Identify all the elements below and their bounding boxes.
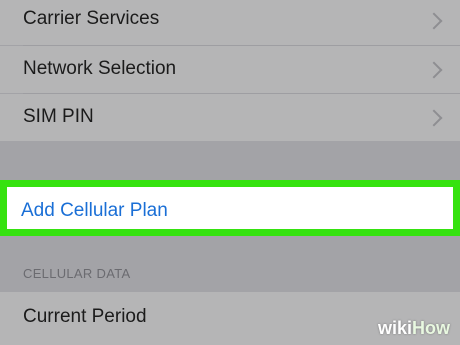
- carrier-services-label: Carrier Services: [23, 8, 160, 29]
- add-cellular-plan-highlight: Add Cellular Plan: [0, 180, 460, 236]
- carrier-services-row[interactable]: Carrier Services: [0, 0, 460, 45]
- sim-pin-row[interactable]: SIM PIN: [0, 94, 460, 141]
- watermark-how: How: [412, 318, 450, 338]
- current-period-label: Current Period: [23, 306, 147, 327]
- section-gap: [0, 141, 460, 180]
- wikihow-watermark: wikiHow: [378, 318, 450, 339]
- sim-pin-label: SIM PIN: [23, 106, 94, 127]
- add-cellular-plan-button[interactable]: Add Cellular Plan: [7, 187, 453, 229]
- chevron-right-icon: [425, 109, 443, 127]
- network-selection-label: Network Selection: [23, 58, 177, 79]
- cellular-data-section-header: CELLULAR DATA: [23, 266, 131, 281]
- add-cellular-plan-label: Add Cellular Plan: [21, 200, 168, 221]
- network-selection-row[interactable]: Network Selection: [0, 46, 460, 93]
- watermark-wiki: wiki: [377, 318, 412, 338]
- chevron-right-icon: [425, 61, 443, 79]
- chevron-right-icon: [425, 12, 443, 30]
- section-gap: [0, 236, 460, 292]
